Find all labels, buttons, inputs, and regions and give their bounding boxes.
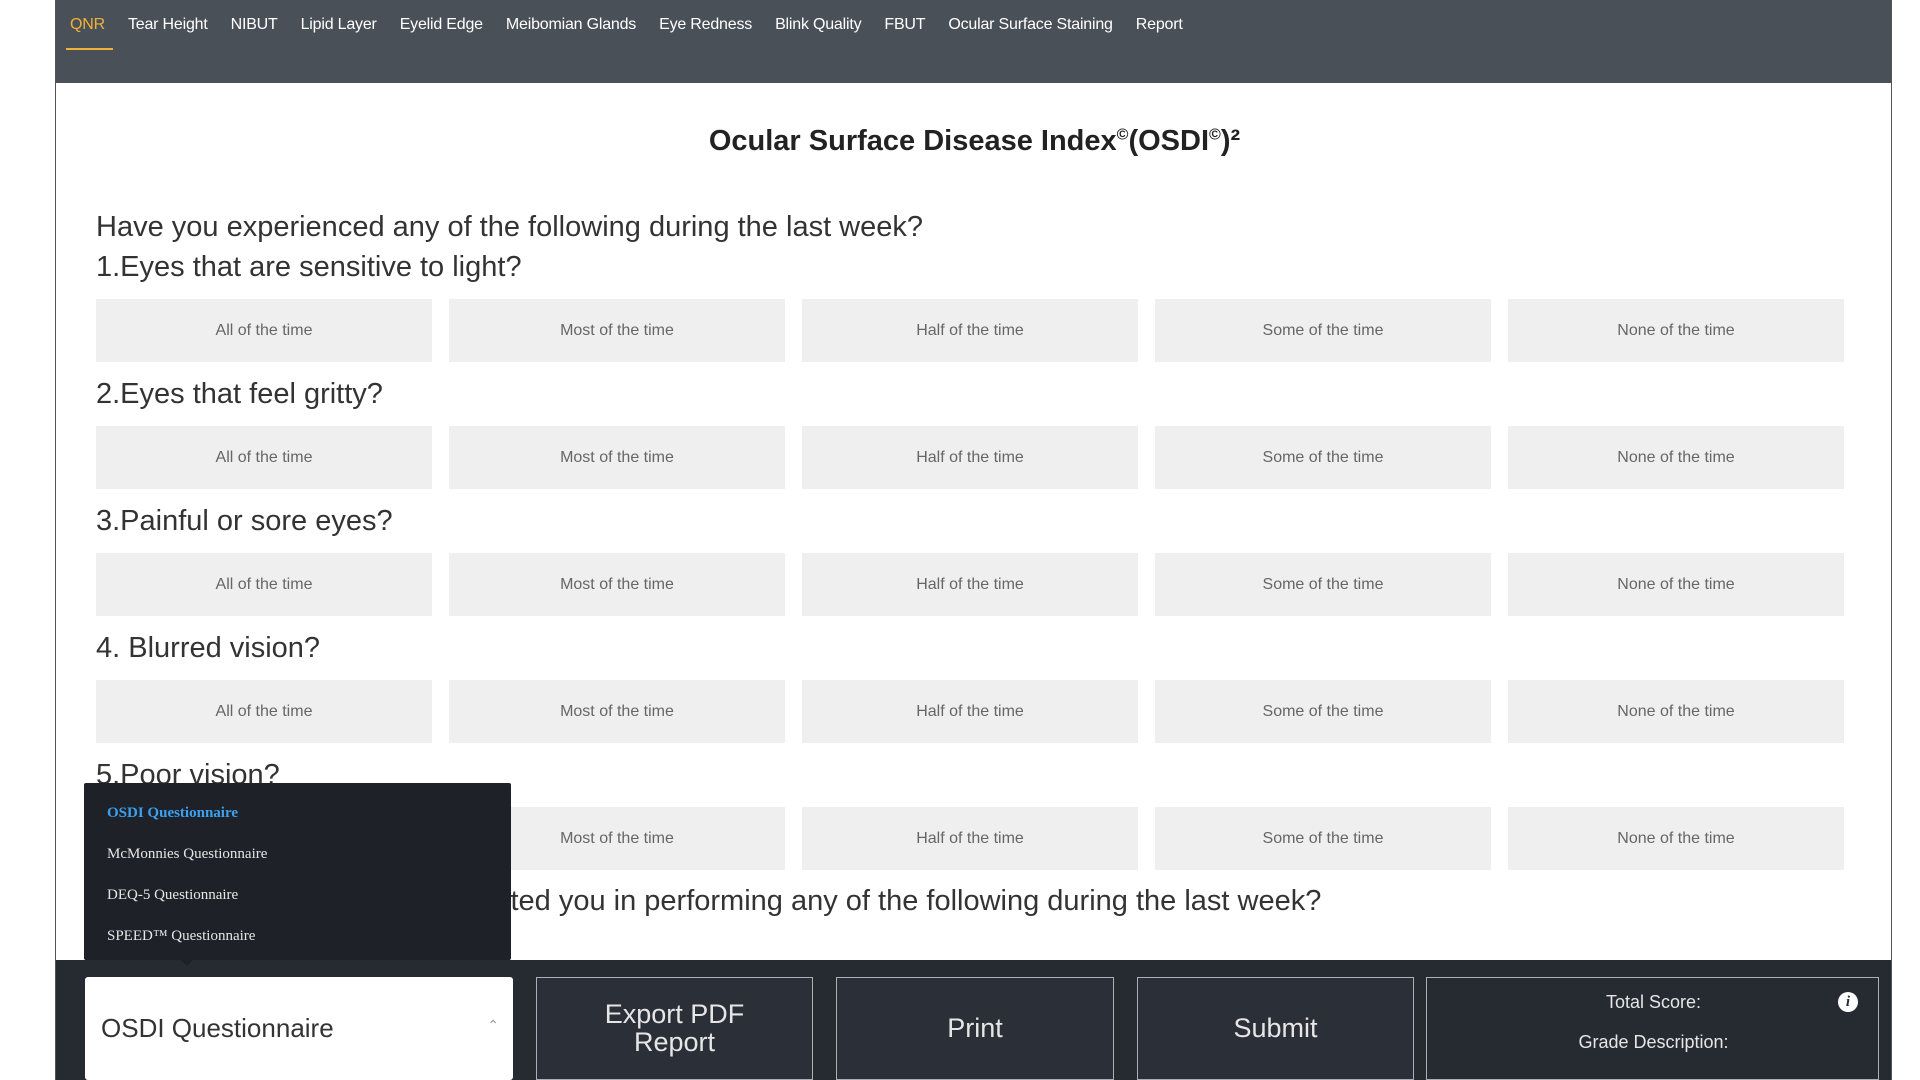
question-4: 4. Blurred vision?	[96, 632, 321, 664]
tab-eyelid-edge[interactable]: Eyelid Edge	[400, 0, 483, 50]
option-q1-all[interactable]: All of the time	[96, 299, 432, 362]
menu-item-deq5[interactable]: DEQ-5 Questionnaire	[84, 875, 511, 916]
chevron-up-icon: ⌃	[487, 1017, 499, 1033]
score-panel: Total Score: Grade Description: i	[1426, 977, 1879, 1080]
submit-button[interactable]: Submit	[1137, 977, 1414, 1080]
tab-lipid-layer[interactable]: Lipid Layer	[301, 0, 377, 50]
tab-blink-quality[interactable]: Blink Quality	[775, 0, 862, 50]
option-q2-half[interactable]: Half of the time	[802, 426, 1138, 489]
question-2: 2.Eyes that feel gritty?	[96, 378, 383, 410]
grade-description-label: Grade Description:	[1578, 1032, 1729, 1052]
menu-item-speed[interactable]: SPEED™ Questionnaire	[84, 916, 511, 957]
option-q2-all[interactable]: All of the time	[96, 426, 432, 489]
tab-meibomian-glands[interactable]: Meibomian Glands	[506, 0, 636, 50]
export-label-line-2: Report	[633, 1026, 716, 1057]
option-q3-none[interactable]: None of the time	[1508, 553, 1844, 616]
tab-fbut[interactable]: FBUT	[884, 0, 925, 50]
options-row-1: All of the time Most of the time Half of…	[96, 299, 1844, 362]
tab-ocular-surface-staining[interactable]: Ocular Surface Staining	[948, 0, 1113, 50]
option-q5-some[interactable]: Some of the time	[1155, 807, 1491, 870]
title-mid: (OSDI	[1128, 125, 1210, 157]
tab-report[interactable]: Report	[1136, 0, 1183, 50]
option-q4-none[interactable]: None of the time	[1508, 680, 1844, 743]
questionnaire-select-value: OSDI Questionnaire	[101, 1013, 334, 1043]
tab-nibut[interactable]: NIBUT	[231, 0, 278, 50]
title-sup-2: ©	[1209, 126, 1221, 144]
options-row-4: All of the time Most of the time Half of…	[96, 680, 1844, 743]
option-q4-most[interactable]: Most of the time	[449, 680, 785, 743]
option-q4-all[interactable]: All of the time	[96, 680, 432, 743]
option-q5-half[interactable]: Half of the time	[802, 807, 1138, 870]
menu-item-mcmonnies[interactable]: McMonnies Questionnaire	[84, 834, 511, 875]
question-1: 1.Eyes that are sensitive to light?	[96, 251, 522, 283]
tab-eye-redness[interactable]: Eye Redness	[659, 0, 752, 50]
option-q3-half[interactable]: Half of the time	[802, 553, 1138, 616]
option-q4-some[interactable]: Some of the time	[1155, 680, 1491, 743]
tab-qnr[interactable]: QNR	[66, 0, 113, 50]
title-end: )²	[1220, 125, 1241, 157]
questionnaire-select[interactable]: OSDI Questionnaire ⌃	[85, 977, 513, 1080]
title-main: Ocular Surface Disease Index	[708, 125, 1117, 157]
menu-item-osdi[interactable]: OSDI Questionnaire	[84, 793, 511, 834]
info-icon[interactable]: i	[1838, 992, 1858, 1012]
option-q2-most[interactable]: Most of the time	[449, 426, 785, 489]
option-q2-some[interactable]: Some of the time	[1155, 426, 1491, 489]
options-row-3: All of the time Most of the time Half of…	[96, 553, 1844, 616]
export-label-line-1: Export PDF	[604, 998, 745, 1029]
section-2-text: limited you in performing any of the fol…	[467, 885, 1322, 917]
questionnaire-dropdown-menu: OSDI Questionnaire McMonnies Questionnai…	[84, 783, 511, 960]
menu-pointer	[179, 958, 195, 966]
option-q2-none[interactable]: None of the time	[1508, 426, 1844, 489]
option-q1-half[interactable]: Half of the time	[802, 299, 1138, 362]
option-q3-most[interactable]: Most of the time	[449, 553, 785, 616]
bottom-bar: OSDI Questionnaire ⌃ Export PDF Report Pr…	[56, 960, 1891, 1080]
nav-tabs: QNR Tear Height NIBUT Lipid Layer Eyelid…	[56, 0, 1891, 50]
option-q1-some[interactable]: Some of the time	[1155, 299, 1491, 362]
print-button[interactable]: Print	[836, 977, 1114, 1080]
question-3: 3.Painful or sore eyes?	[96, 505, 393, 537]
option-q1-most[interactable]: Most of the time	[449, 299, 785, 362]
total-score-label: Total Score:	[1605, 992, 1702, 1012]
option-q1-none[interactable]: None of the time	[1508, 299, 1844, 362]
options-row-2: All of the time Most of the time Half of…	[96, 426, 1844, 489]
export-pdf-button[interactable]: Export PDF Report	[536, 977, 813, 1080]
tab-tear-height[interactable]: Tear Height	[128, 0, 208, 50]
top-nav: QNR Tear Height NIBUT Lipid Layer Eyelid…	[56, 0, 1891, 83]
intro-text: Have you experienced any of the followin…	[96, 211, 924, 243]
option-q4-half[interactable]: Half of the time	[802, 680, 1138, 743]
option-q5-none[interactable]: None of the time	[1508, 807, 1844, 870]
option-q3-all[interactable]: All of the time	[96, 553, 432, 616]
title-sup-1: ©	[1116, 126, 1129, 144]
app-window: QNR Tear Height NIBUT Lipid Layer Eyelid…	[55, 0, 1892, 1080]
page-title: Ocular Surface Disease Index©(OSDI©)²	[56, 125, 1891, 158]
option-q3-some[interactable]: Some of the time	[1155, 553, 1491, 616]
